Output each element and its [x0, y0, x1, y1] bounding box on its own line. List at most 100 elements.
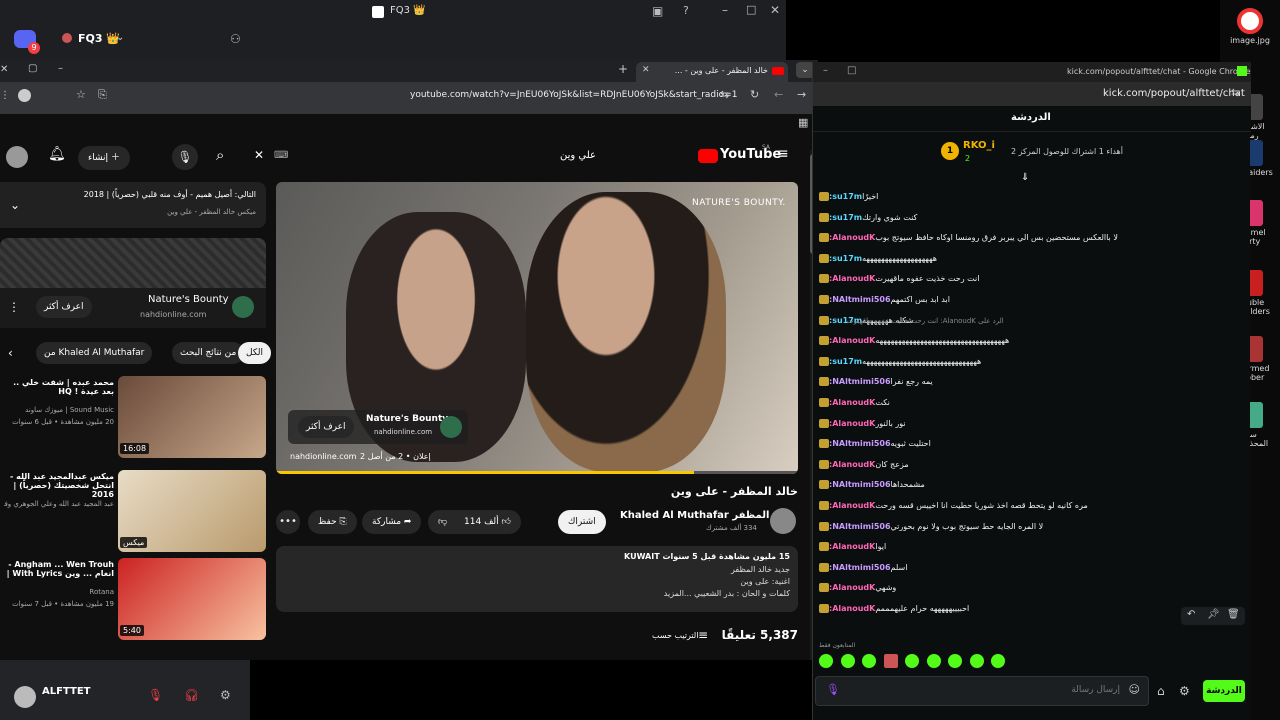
chat-message[interactable]: اسلمNAltmimi506:	[817, 562, 1237, 572]
restore-icon[interactable]: ▢	[28, 63, 37, 74]
list-item[interactable]: 16:08 محمد عبده | شفت خلي .. بعد عيدة ! …	[0, 376, 266, 460]
chat-message[interactable]: يمه رجع نفراNAltmimi506:	[817, 377, 1237, 387]
user-avatar[interactable]	[14, 686, 36, 708]
channel-avatar[interactable]	[770, 508, 796, 534]
avatar[interactable]	[6, 146, 28, 168]
minimize-window-icon[interactable]: –	[58, 63, 63, 74]
share-button[interactable]: مشاركة ➦	[362, 510, 422, 534]
user-name[interactable]: ALFTTET	[42, 686, 90, 697]
likes-count[interactable]: 114 ألف	[464, 517, 499, 527]
extensions-icon[interactable]: ▦	[798, 116, 808, 129]
video-channel[interactable]: Sound Music | ميوزك ساوند	[4, 406, 114, 414]
voice-icon[interactable]: 🎙︎	[826, 683, 840, 696]
chat-settings-gear-icon[interactable]: ⚙	[1179, 684, 1190, 698]
video-title[interactable]: ميكس عبدالمجيد عبد الله - انتحل شخصيتك (…	[4, 472, 114, 499]
add-friend-icon[interactable]: ⚇	[230, 32, 241, 46]
tune-icon[interactable]: ⇆	[720, 88, 729, 101]
search-icon[interactable]: ⌕	[216, 146, 224, 164]
chat-message[interactable]: ابد ابد بس اكتمهمNAltmimi506:	[817, 295, 1237, 304]
dislike-icon[interactable]: 👎︎	[438, 517, 447, 527]
like-icon[interactable]: 👍︎	[502, 517, 511, 527]
chat-message[interactable]: احتليت ثبويهNAltmimi506:	[817, 439, 1237, 449]
save-button[interactable]: حفظ ⎘	[308, 510, 357, 534]
chat-username[interactable]: su17m:	[829, 357, 862, 366]
emote-icon[interactable]	[969, 654, 984, 668]
chat-username[interactable]: NAltmimi506:	[829, 439, 891, 448]
chat-message[interactable]: نور بالنورAlanoudK:	[817, 418, 1237, 428]
emote-icon[interactable]	[819, 654, 833, 668]
chat-message[interactable]: ههههههههههههههههههههههههههههههههsu17m:	[817, 356, 1237, 366]
help-icon[interactable]: ?	[683, 4, 689, 17]
reload-icon[interactable]: ↻	[750, 88, 759, 101]
store-icon[interactable]: ⌂	[1157, 684, 1165, 698]
sort-label[interactable]: الترتيب حسب	[652, 631, 698, 640]
chat-username[interactable]: AlanoudK:	[829, 460, 875, 469]
kick-maximize-icon[interactable]: □	[847, 65, 856, 76]
youtube-logo-text[interactable]: YouTube	[720, 147, 781, 162]
chat-message[interactable]: ايواAlanoudK:	[817, 542, 1237, 552]
pin-icon[interactable]: 📌︎	[1207, 609, 1220, 620]
desktop-icon-image[interactable]: image.jpg	[1226, 8, 1274, 45]
profile-icon[interactable]	[18, 89, 31, 102]
chat-message[interactable]: اخيرًاsu17m:	[817, 192, 1237, 201]
new-tab-icon[interactable]: +	[618, 62, 628, 76]
deafen-icon[interactable]: 🎧︎	[184, 688, 199, 702]
chevron-left-icon[interactable]: ‹	[8, 346, 13, 360]
filter-chip-all[interactable]: الكل	[238, 342, 272, 364]
chat-username[interactable]: AlanoudK:	[829, 274, 875, 283]
active-tab[interactable]: ✕ خالد المظفر - على وين - ...	[636, 62, 788, 82]
chat-username[interactable]: NAltmimi506:	[829, 480, 891, 489]
emote-icon[interactable]	[905, 654, 919, 668]
inbox-icon[interactable]: ▣	[652, 4, 663, 18]
emote-icon[interactable]	[862, 654, 876, 668]
chevron-down-icon[interactable]: ⌄	[116, 32, 124, 43]
maximize-icon[interactable]: □	[746, 3, 756, 16]
chat-username[interactable]: NAltmimi506:	[829, 563, 891, 572]
emote-icon[interactable]	[840, 654, 855, 668]
chat-username[interactable]: AlanoudK:	[829, 419, 875, 428]
chat-message[interactable]: مشمحداهاNAltmimi506:	[817, 480, 1237, 490]
video-thumbnail[interactable]: 5:40	[118, 558, 266, 640]
filter-chip-channel[interactable]: من Khaled Al Muthafar	[36, 342, 153, 364]
hamburger-menu-icon[interactable]: ≡	[777, 146, 789, 162]
chat-send-button[interactable]: الدردشة	[1203, 680, 1245, 702]
chat-username[interactable]: AlanoudK:	[829, 501, 875, 510]
clear-search-icon[interactable]: ✕	[254, 148, 264, 162]
chat-input[interactable]: 🎙︎ إرسال رسالة ☺	[815, 676, 1149, 706]
search-input[interactable]: ✕ ⌨ علي وين	[250, 144, 610, 170]
list-item[interactable]: 5:40 Angham ... Wen Trouh - انغام ... وي…	[0, 558, 266, 642]
delete-icon[interactable]: 🗑︎	[1227, 609, 1240, 620]
gifter-name[interactable]: RKO_i	[963, 140, 995, 151]
chat-username[interactable]: AlanoudK:	[829, 233, 875, 242]
more-actions-icon[interactable]: •••	[276, 510, 300, 534]
reply-icon[interactable]: ↶	[1187, 609, 1195, 620]
youtube-logo-icon[interactable]	[698, 149, 718, 163]
list-item[interactable]: ميكس ميكس عبدالمجيد عبد الله - انتحل شخص…	[0, 470, 266, 554]
overlay-learn-more-button[interactable]: اعرف أكثر	[298, 416, 354, 438]
chat-message[interactable]: كنت شوي وارتكsu17m:	[817, 212, 1237, 222]
kick-tune-icon[interactable]: ⇆	[1231, 86, 1240, 99]
chat-username[interactable]: NAltmimi506:	[829, 522, 891, 531]
minimize-icon[interactable]: –	[722, 3, 728, 17]
pinned-chevron-icon[interactable]: ⇓	[1021, 172, 1029, 183]
install-icon[interactable]: ⎘	[98, 88, 107, 102]
chat-message[interactable]: انت رحت خذيت عفوه ماقهيرتAlanoudK:	[817, 274, 1237, 284]
chat-username[interactable]: NAltmimi506:	[829, 295, 891, 304]
chat-username[interactable]: AlanoudK:	[829, 336, 875, 345]
chat-username[interactable]: NAltmimi506:	[829, 377, 891, 386]
ad-learn-more-button[interactable]: اعرف أكثر	[36, 296, 92, 318]
close-window-icon[interactable]: ✕	[0, 64, 8, 75]
url-text[interactable]: youtube.com/watch?v=JnEU06YoJSk&list=RDJ…	[410, 90, 737, 100]
emote-icon[interactable]	[991, 654, 1005, 668]
emoji-icon[interactable]: ☺	[1129, 683, 1140, 696]
video-ad-url[interactable]: nahdionline.com	[290, 452, 356, 461]
sort-icon[interactable]: ≡	[698, 628, 708, 642]
menu-dots-icon[interactable]: ⋮	[0, 90, 10, 101]
chat-message[interactable]: مزعج كانAlanoudK:	[817, 459, 1237, 469]
video-ad-overlay[interactable]: اعرف أكثر Nature's Bounty nahdionline.co…	[288, 410, 468, 444]
video-progress-track[interactable]	[276, 471, 798, 474]
filter-chip-search[interactable]: من نتائج البحث	[172, 342, 245, 364]
bookmark-star-icon[interactable]: ☆	[76, 88, 86, 101]
create-button[interactable]: إنشاء ＋	[78, 146, 130, 170]
mute-mic-icon[interactable]: 🎙︎	[148, 688, 163, 702]
